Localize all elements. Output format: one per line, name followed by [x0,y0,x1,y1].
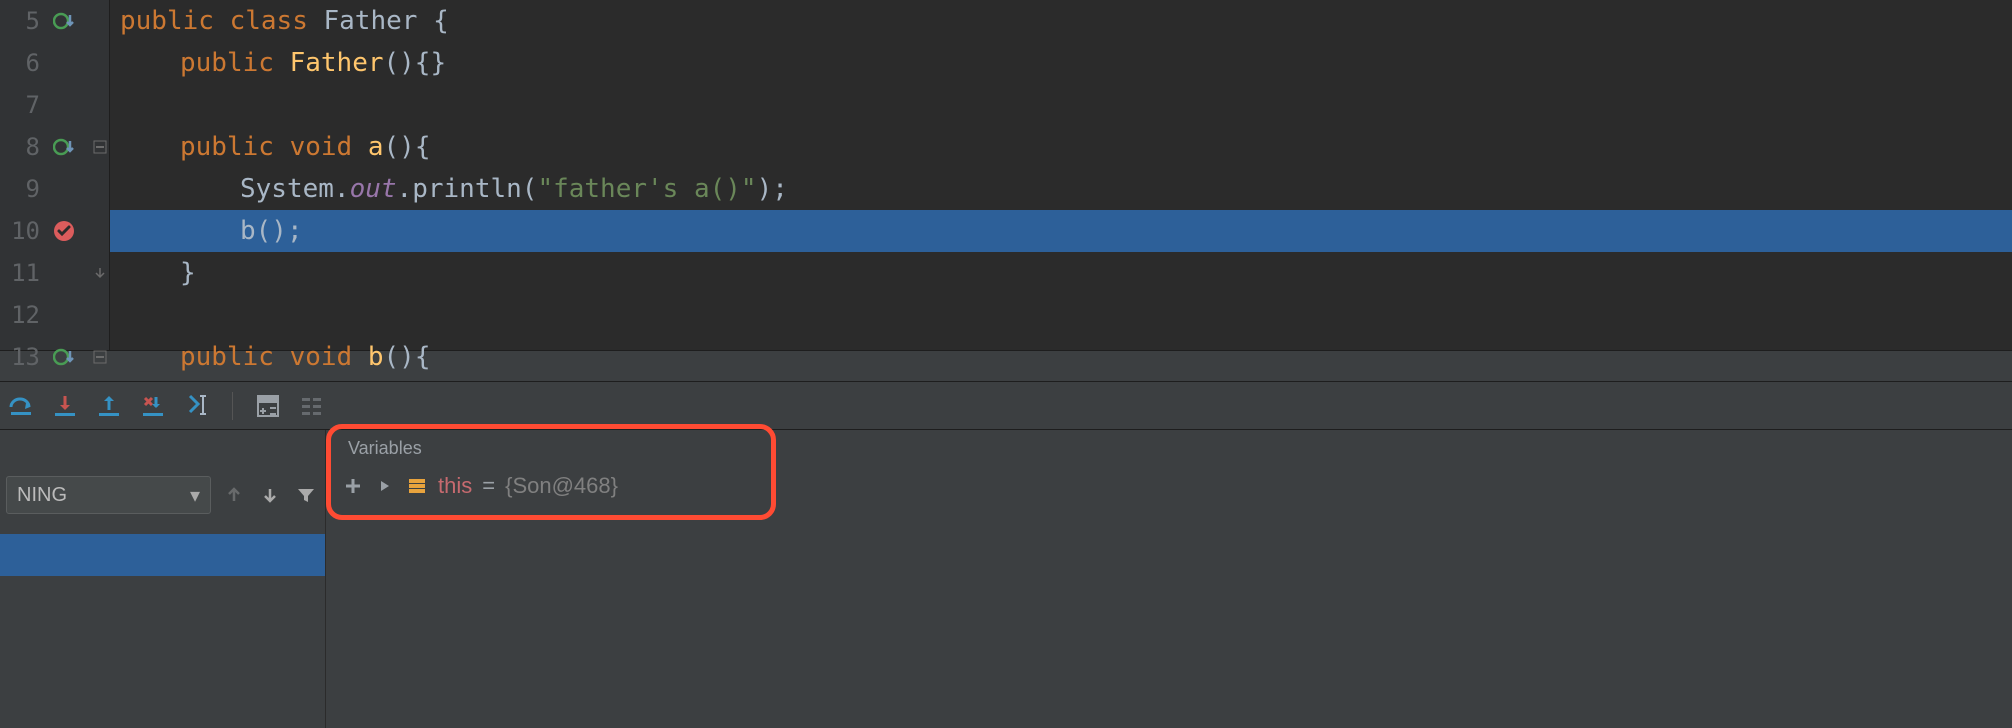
frames-header: NING ▾ [0,470,325,520]
evaluate-expression-icon[interactable] [253,391,283,421]
step-out-icon[interactable] [94,391,124,421]
line-number: 12 [0,301,44,329]
gutter-row: 10 [0,210,109,252]
step-over-icon[interactable] [6,391,36,421]
override-down-icon[interactable] [50,133,78,161]
gutter-row: 7 [0,84,109,126]
code-area[interactable]: public class Father { public Father(){} … [110,0,2012,350]
object-icon [406,475,428,497]
variable-name: this [438,473,472,499]
line-number: 7 [0,91,44,119]
gutter-row: 11 [0,252,109,294]
variable-value: {Son@468} [505,473,618,499]
variable-row[interactable]: this = {Son@468} [326,473,2012,499]
code-line[interactable]: public void b(){ [110,336,2012,378]
thread-label: NING [17,484,67,507]
toolbar-separator [232,392,233,420]
code-line[interactable]: } [110,252,2012,294]
editor-gutter: 5 6 7 8 9 10 [0,0,110,350]
stack-frame-selected[interactable] [0,534,325,576]
variable-equals: = [482,473,495,499]
override-down-icon[interactable] [50,343,78,371]
debug-step-toolbar [0,382,2012,430]
line-number: 8 [0,133,44,161]
thread-selector[interactable]: NING ▾ [6,476,211,514]
prev-frame-icon[interactable] [221,482,247,508]
filter-icon[interactable] [293,482,319,508]
run-to-cursor-icon[interactable] [182,391,212,421]
line-number: 9 [0,175,44,203]
trace-icon[interactable] [297,391,327,421]
variables-pane: Variables this = {Son@468} [326,430,2012,728]
debug-panel: NING ▾ Variables [0,430,2012,728]
line-number: 11 [0,259,44,287]
line-number: 6 [0,49,44,77]
gutter-row: 8 [0,126,109,168]
force-step-into-icon[interactable] [138,391,168,421]
code-line[interactable]: public class Father { [110,0,2012,42]
call-stack[interactable] [0,534,325,576]
add-watch-icon[interactable] [342,475,364,497]
next-frame-icon[interactable] [257,482,283,508]
fold-end-icon[interactable] [93,266,107,280]
line-number: 10 [0,217,44,245]
step-into-icon[interactable] [50,391,80,421]
fold-collapse-icon[interactable] [93,350,107,364]
line-number: 13 [0,343,44,371]
code-editor[interactable]: 5 6 7 8 9 10 [0,0,2012,350]
code-line[interactable]: public void a(){ [110,126,2012,168]
expand-icon[interactable] [374,475,396,497]
code-line[interactable]: public Father(){} [110,42,2012,84]
code-line-current[interactable]: b(); [110,210,2012,252]
override-down-icon[interactable] [50,7,78,35]
code-line[interactable]: System.out.println("father's a()"); [110,168,2012,210]
variables-title: Variables [326,438,2012,459]
gutter-row: 5 [0,0,109,42]
gutter-row: 13 [0,336,109,378]
gutter-row: 12 [0,294,109,336]
chevron-down-icon: ▾ [190,483,200,508]
line-number: 5 [0,7,44,35]
code-line[interactable] [110,84,2012,126]
gutter-row: 6 [0,42,109,84]
gutter-row: 9 [0,168,109,210]
breakpoint-checked-icon[interactable] [50,217,78,245]
fold-collapse-icon[interactable] [93,140,107,154]
frames-pane: NING ▾ [0,430,326,728]
code-line[interactable] [110,294,2012,336]
